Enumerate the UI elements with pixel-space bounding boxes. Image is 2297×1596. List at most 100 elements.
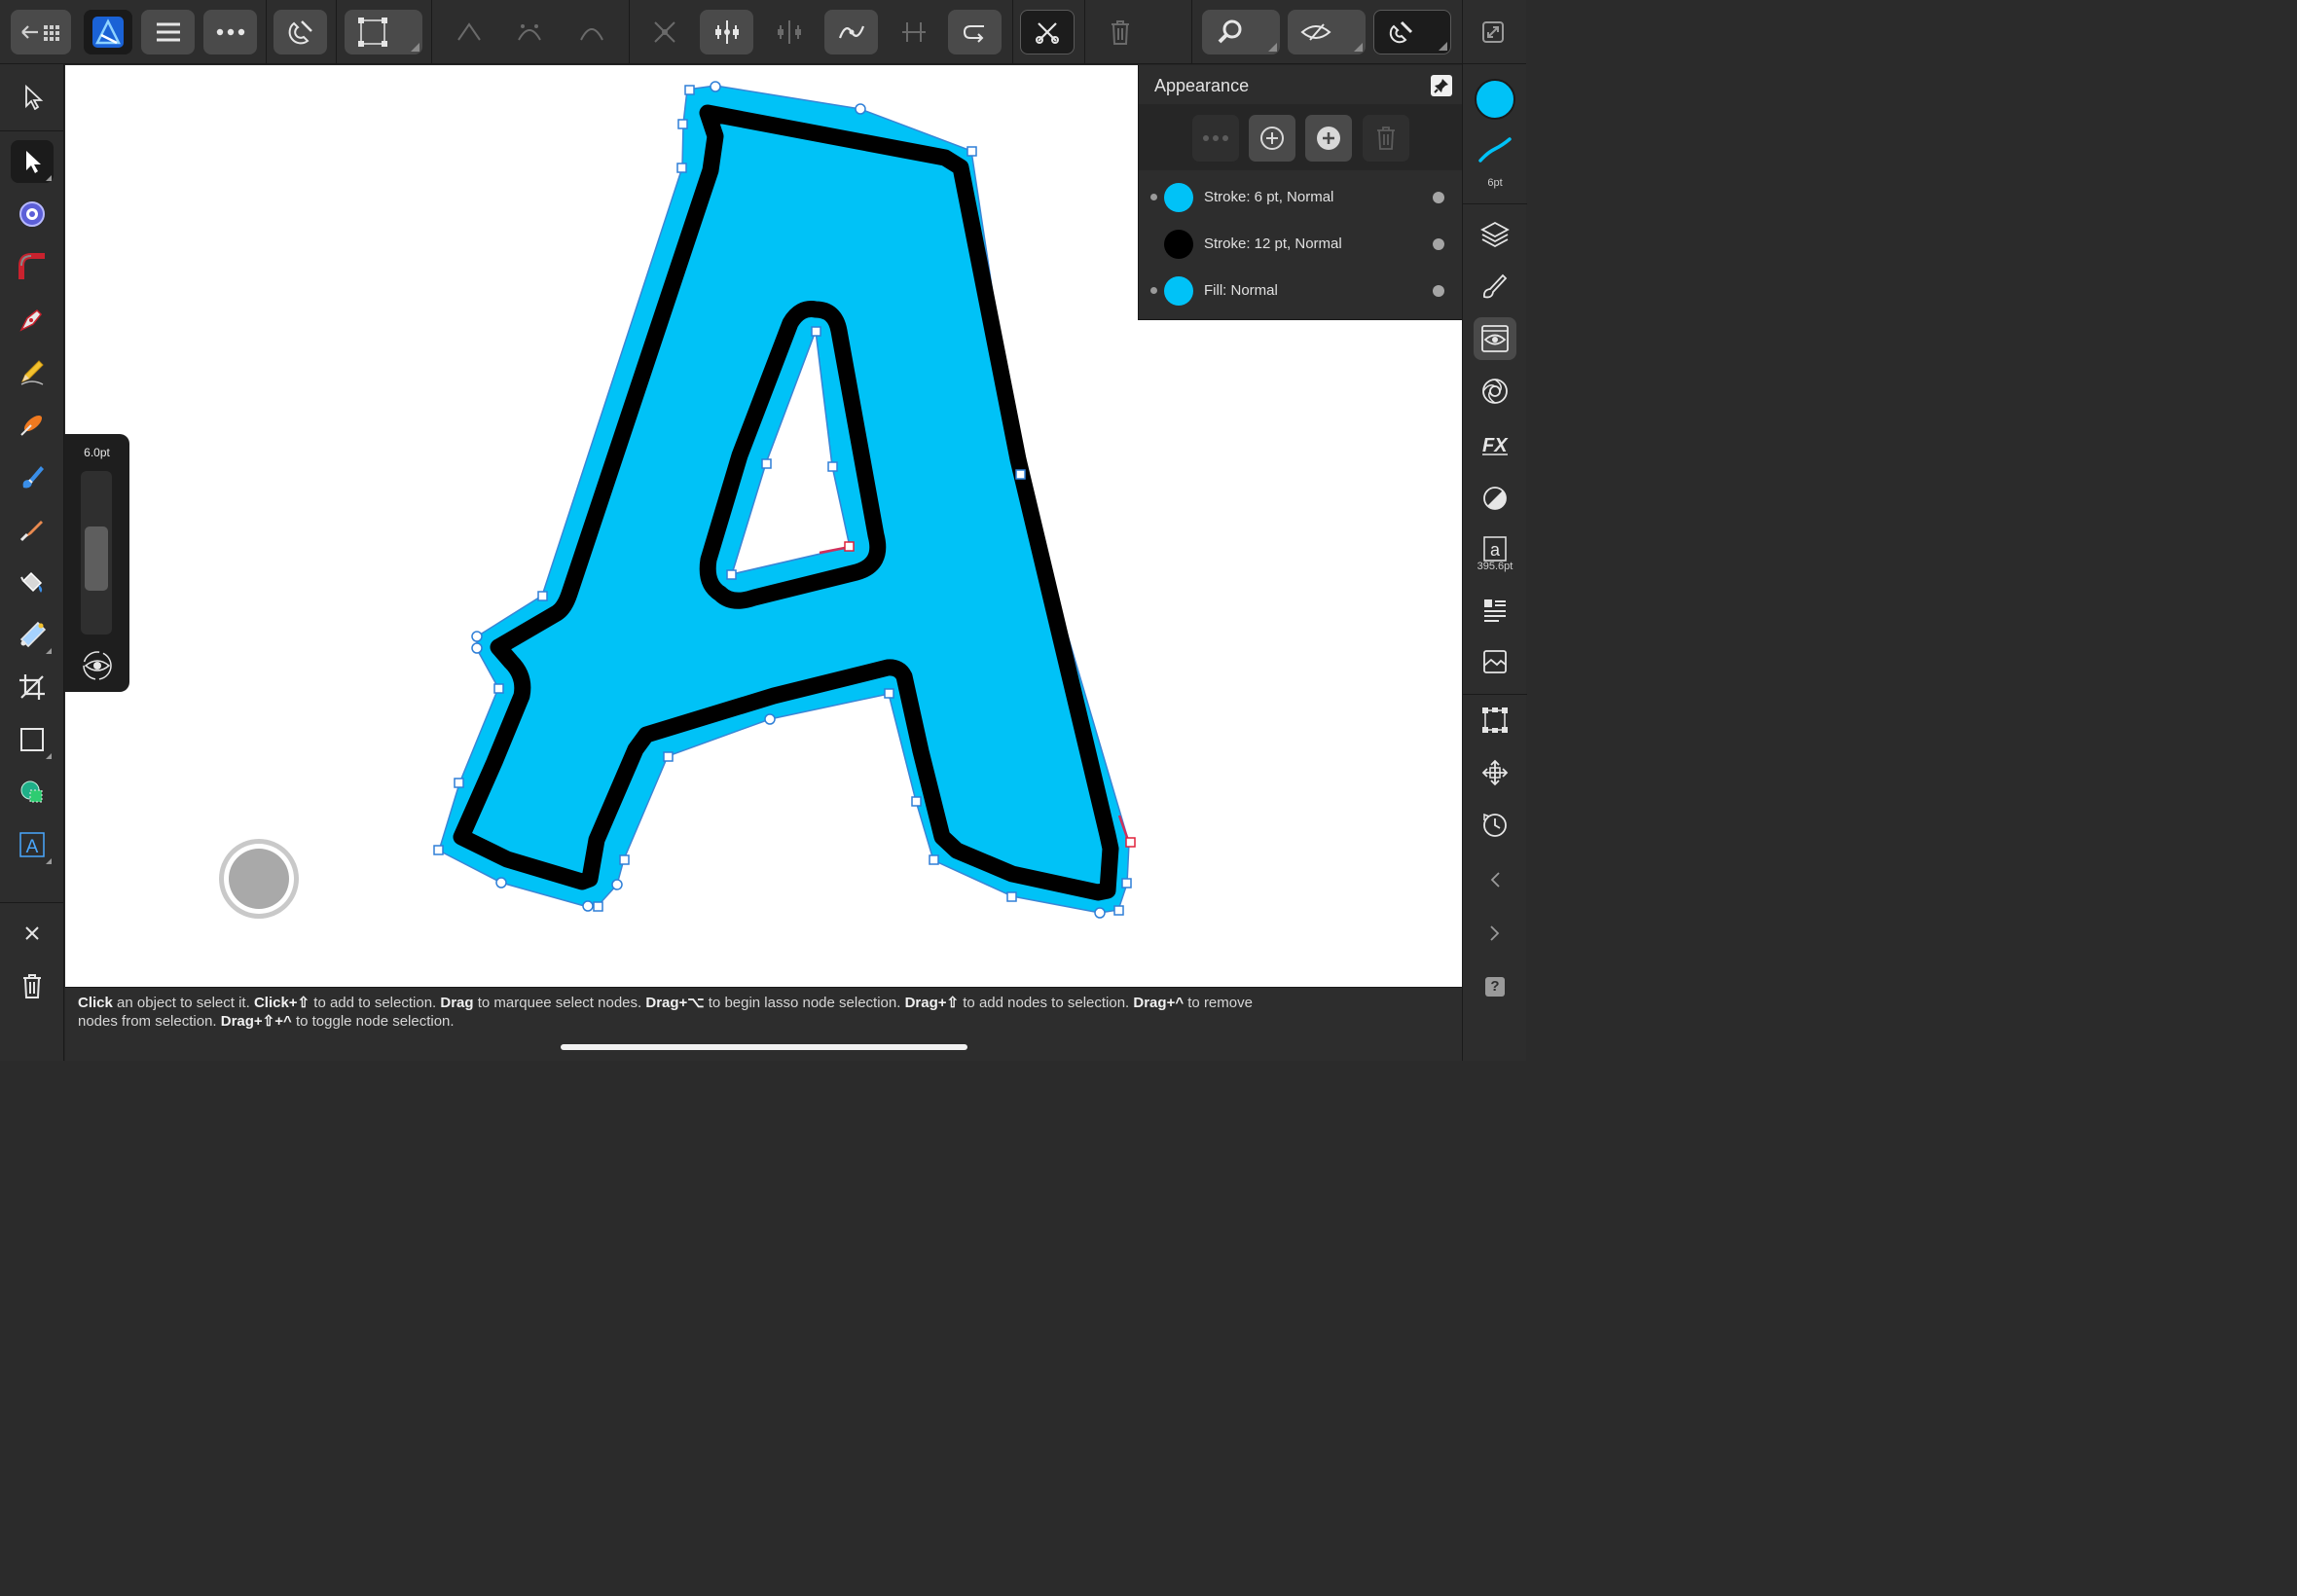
layers-studio-button[interactable] <box>1474 212 1516 255</box>
snapping-magnet-icon <box>288 20 312 45</box>
transform-box-icon <box>1482 707 1508 733</box>
delete-appearance-button[interactable] <box>1363 115 1409 162</box>
crop-tool[interactable] <box>11 666 54 708</box>
main-menu-button[interactable] <box>141 10 195 54</box>
fullscreen-button[interactable] <box>1472 10 1514 54</box>
reverse-curve-button[interactable] <box>948 10 1002 54</box>
break-curve-button[interactable] <box>1020 10 1075 54</box>
selected-node[interactable] <box>844 541 855 552</box>
help-text: to marquee select nodes. <box>473 995 646 1011</box>
move-arrows-icon <box>1481 759 1509 786</box>
snapping-toggle-button[interactable] <box>1373 10 1451 54</box>
effects-studio-button[interactable]: FX <box>1474 422 1516 465</box>
split-nodes-button[interactable] <box>891 10 937 54</box>
crop-icon <box>19 674 45 700</box>
hamburger-menu-icon <box>156 22 180 42</box>
home-indicator[interactable] <box>561 1044 967 1050</box>
stroke-button[interactable] <box>1474 128 1516 171</box>
move-arrow-icon <box>25 85 44 110</box>
smart-node-button[interactable] <box>568 10 615 54</box>
appearance-row[interactable]: Stroke: 6 pt, Normal <box>1139 174 1463 221</box>
top-toolbar <box>0 0 1526 64</box>
transparency-tool[interactable] <box>11 613 54 656</box>
font-size-label: 395.6pt <box>1477 561 1513 572</box>
preview-eye-icon[interactable] <box>82 650 113 681</box>
rectangle-tool[interactable] <box>11 718 54 761</box>
artistic-text-tool[interactable]: A <box>11 823 54 866</box>
cancel-button[interactable] <box>11 912 54 955</box>
appearance-more-button[interactable] <box>1192 115 1239 162</box>
appearance-color-swatch[interactable] <box>1164 276 1193 306</box>
transform-mode-button[interactable] <box>345 10 422 54</box>
fullscreen-icon <box>1482 21 1504 43</box>
snapping-options-button[interactable] <box>273 10 327 54</box>
point-transform-tool[interactable] <box>11 193 54 236</box>
smooth-node-button[interactable] <box>506 10 553 54</box>
help-button[interactable]: ? <box>1474 965 1516 1008</box>
paint-brush-tool[interactable] <box>11 455 54 498</box>
delete-button[interactable] <box>11 964 54 1007</box>
reverse-curve-icon <box>963 25 984 43</box>
appearance-row[interactable]: Fill: Normal <box>1139 268 1463 314</box>
expand-right-button[interactable] <box>1474 912 1516 955</box>
back-to-documents-button[interactable] <box>11 10 71 54</box>
move-nudge-button[interactable] <box>1474 751 1516 794</box>
convert-to-curves-button[interactable] <box>641 10 688 54</box>
magnifier-icon <box>1218 19 1242 44</box>
text-frame-icon: A <box>19 832 45 857</box>
add-fill-button[interactable] <box>1305 115 1352 162</box>
move-tool[interactable] <box>11 76 54 119</box>
transparency-icon <box>1483 487 1507 510</box>
more-options-button[interactable] <box>203 10 257 54</box>
color-swatch-button[interactable] <box>1474 78 1516 121</box>
modifier-controller-button[interactable] <box>219 839 299 919</box>
designer-persona-button[interactable] <box>84 10 132 54</box>
history-studio-button[interactable] <box>1474 804 1516 847</box>
corner-tool[interactable] <box>11 245 54 288</box>
align-nodes-icon <box>714 20 739 44</box>
help-text: to toggle node selection. <box>291 1013 455 1030</box>
navigator-studio-button[interactable] <box>1474 640 1516 683</box>
appearance-studio-button[interactable] <box>1474 317 1516 360</box>
delete-node-button[interactable] <box>1097 10 1144 54</box>
brushes-studio-button[interactable] <box>1474 265 1516 308</box>
text-styles-studio-button[interactable] <box>1474 588 1516 631</box>
sharp-node-button[interactable] <box>446 10 492 54</box>
toolbar-separator <box>1012 0 1013 64</box>
appearance-color-swatch[interactable] <box>1164 183 1193 212</box>
transform-studio-button[interactable] <box>1474 699 1516 742</box>
symbols-studio-button[interactable] <box>1474 370 1516 413</box>
help-text: to add nodes to selection. <box>959 995 1134 1011</box>
appearance-panel: Appearance Stroke: 6 pt, Normal Stroke: 1… <box>1138 65 1463 320</box>
pixel-brush-tool[interactable] <box>11 508 54 551</box>
visibility-toggle[interactable] <box>1433 285 1444 297</box>
view-mode-button[interactable] <box>1288 10 1366 54</box>
smooth-curve-button[interactable] <box>824 10 878 54</box>
node-tool[interactable] <box>11 140 54 183</box>
add-stroke-button[interactable] <box>1249 115 1295 162</box>
pen-tool[interactable] <box>11 298 54 341</box>
distribute-nodes-button[interactable] <box>766 10 813 54</box>
visibility-toggle[interactable] <box>1433 238 1444 250</box>
fill-tool[interactable] <box>11 561 54 603</box>
chevron-left-icon <box>1490 872 1500 888</box>
visibility-toggle[interactable] <box>1433 192 1444 203</box>
pencil-tool[interactable] <box>11 350 54 393</box>
vector-brush-tool[interactable] <box>11 403 54 446</box>
context-help-line-1: Click an object to select it. Click+⇧ to… <box>78 994 1449 1012</box>
help-text: to remove <box>1184 995 1253 1011</box>
transparency-studio-button[interactable] <box>1474 477 1516 520</box>
help-text: nodes from selection. <box>78 1013 221 1030</box>
selected-node[interactable] <box>1125 837 1136 848</box>
collapse-left-button[interactable] <box>1474 858 1516 901</box>
more-dots-icon <box>1203 135 1228 141</box>
pin-panel-button[interactable] <box>1431 75 1452 96</box>
stroke-width-slider-thumb[interactable] <box>85 526 108 592</box>
align-nodes-button[interactable] <box>700 10 753 54</box>
zoom-button[interactable] <box>1202 10 1280 54</box>
shape-builder-tool[interactable] <box>11 771 54 814</box>
appearance-row-label: Stroke: 12 pt, Normal <box>1204 236 1342 252</box>
appearance-row[interactable]: Stroke: 12 pt, Normal <box>1139 221 1463 268</box>
svg-text:A: A <box>26 837 39 857</box>
appearance-color-swatch[interactable] <box>1164 230 1193 259</box>
